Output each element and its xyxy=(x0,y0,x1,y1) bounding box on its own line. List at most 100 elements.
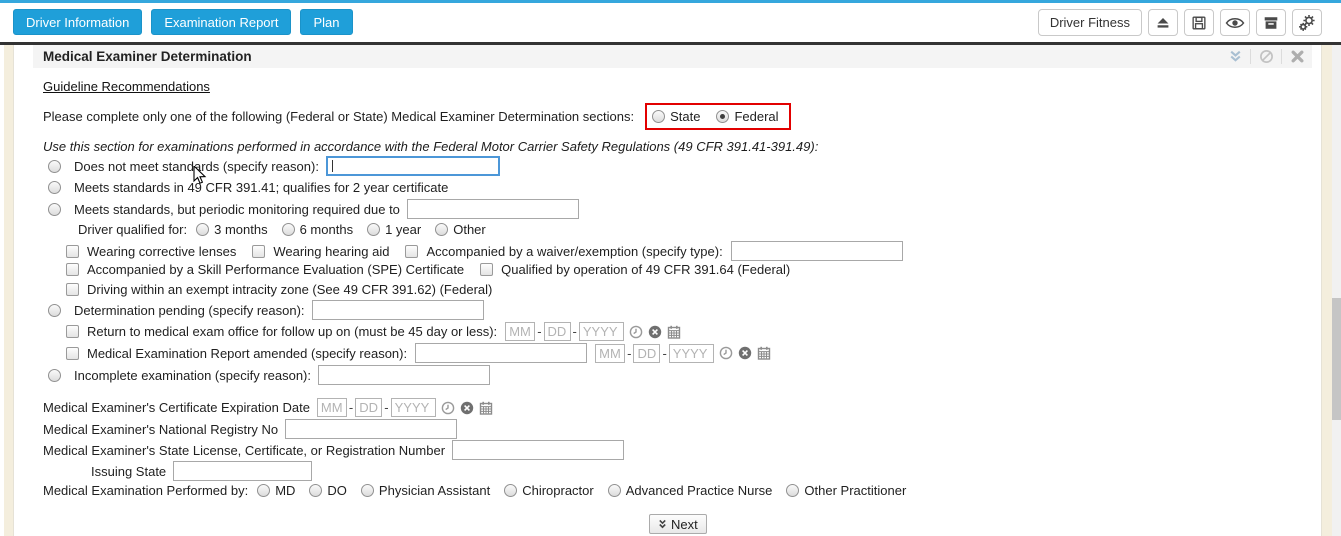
scope-highlight-box: State Federal xyxy=(645,103,791,130)
checkbox-corrective-lenses[interactable] xyxy=(66,244,79,258)
issuing-state-label: Issuing State xyxy=(91,463,167,479)
radio-3-months[interactable] xyxy=(196,223,210,236)
clear-icon[interactable] xyxy=(648,325,662,339)
checkbox-hearing-aid[interactable] xyxy=(252,244,266,258)
amended-dd-input[interactable] xyxy=(633,343,661,363)
federal-note: Use this section for examinations perfor… xyxy=(43,139,819,154)
cert-mm-input[interactable] xyxy=(316,398,347,417)
time-icon[interactable] xyxy=(629,325,643,339)
calendar-icon[interactable] xyxy=(667,325,681,339)
radio-md[interactable] xyxy=(257,484,271,497)
cert-dd-input[interactable] xyxy=(355,398,383,417)
duration-3-months-label: 3 months xyxy=(214,222,268,237)
time-icon[interactable] xyxy=(441,401,455,415)
radio-advanced-practice-nurse[interactable] xyxy=(607,484,621,497)
checkbox-spe-certificate[interactable] xyxy=(66,263,79,276)
issuing-state-input[interactable] xyxy=(173,461,313,481)
does-not-meet-reason-input[interactable] xyxy=(325,156,500,176)
meets-2yr-label: Meets standards in 49 CFR 391.41; qualif… xyxy=(74,180,449,195)
checkbox-waiver-exemption[interactable] xyxy=(405,244,419,258)
waiver-type-input[interactable] xyxy=(730,241,903,261)
radio-6-months[interactable] xyxy=(281,223,295,236)
pending-reason-input[interactable] xyxy=(311,300,484,320)
radio-chiropractor[interactable] xyxy=(504,484,518,497)
clear-icon[interactable] xyxy=(738,346,752,360)
amended-reason-input[interactable] xyxy=(415,343,588,363)
close-icon[interactable] xyxy=(1282,45,1312,68)
practitioner-other-label: Other Practitioner xyxy=(804,483,907,498)
scrollbar-thumb[interactable] xyxy=(1332,298,1341,420)
toolbar-actions: Driver Fitness xyxy=(1037,9,1322,36)
radio-other-practitioner[interactable] xyxy=(786,484,800,497)
duration-1-year-label: 1 year xyxy=(385,222,422,237)
checkbox-49cfr-391-64[interactable] xyxy=(480,263,494,276)
radio-federal[interactable] xyxy=(716,110,730,123)
radio-does-not-meet[interactable] xyxy=(48,159,61,173)
eject-button[interactable] xyxy=(1148,9,1178,36)
nav-tabs: Driver Information Examination Report Pl… xyxy=(13,9,353,35)
practitioner-do-label: DO xyxy=(327,483,347,498)
save-button[interactable] xyxy=(1184,9,1214,36)
radio-do[interactable] xyxy=(309,484,323,497)
determination-pending-label: Determination pending (specify reason): xyxy=(74,302,305,318)
corrective-lenses-label: Wearing corrective lenses xyxy=(87,243,237,259)
monitoring-reason-input[interactable] xyxy=(406,199,579,219)
checkbox-exempt-intracity[interactable] xyxy=(66,283,79,296)
incomplete-exam-label: Incomplete examination (specify reason): xyxy=(74,367,312,383)
radio-state[interactable] xyxy=(652,110,666,123)
radio-determination-pending[interactable] xyxy=(48,303,61,317)
tab-examination-report[interactable]: Examination Report xyxy=(151,9,292,35)
radio-physician-assistant[interactable] xyxy=(360,484,374,497)
calendar-icon[interactable] xyxy=(757,346,771,360)
state-license-label: Medical Examiner's State License, Certif… xyxy=(43,442,446,458)
duration-other-label: Other xyxy=(453,222,486,237)
app-window: Driver Information Examination Report Pl… xyxy=(0,0,1341,536)
followup-dd-input[interactable] xyxy=(543,322,571,341)
checkbox-report-amended[interactable] xyxy=(66,346,79,360)
tab-driver-information[interactable]: Driver Information xyxy=(13,9,143,35)
radio-incomplete-exam[interactable] xyxy=(48,368,61,382)
tab-plan[interactable]: Plan xyxy=(300,9,353,35)
radio-1-year[interactable] xyxy=(367,223,381,236)
clear-icon[interactable] xyxy=(460,401,474,415)
cert-expiration-date-group: - - xyxy=(316,398,493,417)
followup-mm-input[interactable] xyxy=(505,322,536,341)
radio-meets-monitoring[interactable] xyxy=(48,202,61,216)
scrollbar-track[interactable] xyxy=(1332,45,1341,536)
determination-panel: Medical Examiner Determination Guideline… xyxy=(13,45,1322,536)
amended-yyyy-input[interactable] xyxy=(668,343,714,363)
settings-button[interactable] xyxy=(1292,9,1322,36)
performed-by-label: Medical Examination Performed by: xyxy=(43,483,249,498)
waiver-exemption-label: Accompanied by a waiver/exemption (speci… xyxy=(426,243,723,259)
collapse-chevron-icon[interactable] xyxy=(1220,45,1250,68)
next-button[interactable]: Next xyxy=(649,514,707,534)
registry-no-label: Medical Examiner's National Registry No xyxy=(43,421,279,437)
radio-meets-2yr[interactable] xyxy=(48,181,61,194)
guideline-recommendations-link[interactable]: Guideline Recommendations xyxy=(43,79,210,94)
section-header: Medical Examiner Determination xyxy=(33,45,1312,68)
driver-fitness-button[interactable]: Driver Fitness xyxy=(1037,9,1142,36)
duration-6-months-label: 6 months xyxy=(299,222,354,237)
meets-monitoring-label: Meets standards, but periodic monitoring… xyxy=(74,201,400,217)
time-icon[interactable] xyxy=(719,346,733,360)
preview-button[interactable] xyxy=(1220,9,1250,36)
calendar-icon[interactable] xyxy=(479,401,493,415)
state-license-input[interactable] xyxy=(452,440,625,460)
ban-icon[interactable] xyxy=(1251,45,1281,68)
checkbox-return-followup[interactable] xyxy=(66,325,79,338)
incomplete-reason-input[interactable] xyxy=(318,365,491,385)
radio-other-duration[interactable] xyxy=(435,223,449,236)
top-toolbar: Driver Information Examination Report Pl… xyxy=(4,3,1341,42)
spe-certificate-label: Accompanied by a Skill Performance Evalu… xyxy=(87,262,465,277)
registry-no-input[interactable] xyxy=(285,419,458,439)
followup-date-group: - - xyxy=(505,322,681,341)
hearing-aid-label: Wearing hearing aid xyxy=(273,243,390,259)
radio-state-label: State xyxy=(670,109,701,124)
amended-mm-input[interactable] xyxy=(595,343,626,363)
cert-yyyy-input[interactable] xyxy=(390,398,436,417)
archive-button[interactable] xyxy=(1256,9,1286,36)
followup-yyyy-input[interactable] xyxy=(578,322,624,341)
date-separator: - xyxy=(572,324,577,339)
archive-icon xyxy=(1262,14,1280,32)
practitioner-md-label: MD xyxy=(275,483,296,498)
